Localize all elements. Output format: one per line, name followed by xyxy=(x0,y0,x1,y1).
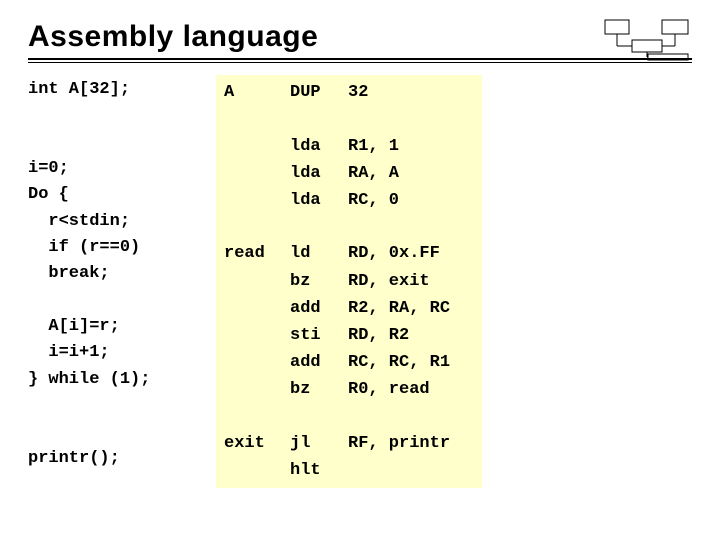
asm-label xyxy=(224,160,290,187)
asm-opcode: add xyxy=(290,349,348,376)
asm-opcode: DUP xyxy=(290,79,348,106)
asm-opcode: bz xyxy=(290,268,348,295)
asm-opcode: lda xyxy=(290,133,348,160)
asm-opcode: bz xyxy=(290,376,348,403)
asm-opcode: ld xyxy=(290,240,348,267)
asm-label xyxy=(224,295,290,322)
rule-thick xyxy=(28,58,692,60)
asm-row: ADUP32 xyxy=(224,79,456,106)
asm-args xyxy=(348,457,456,484)
assembly-listing: ADUP32ldaR1, 1ldaRA, AldaRC, 0readldRD, … xyxy=(216,75,482,488)
computer-block-diagram-icon xyxy=(602,18,692,62)
asm-args: 32 xyxy=(348,79,456,106)
asm-label: exit xyxy=(224,430,290,457)
asm-label xyxy=(224,268,290,295)
asm-row: hlt xyxy=(224,457,456,484)
asm-row xyxy=(224,214,456,240)
source-code: int A[32]; i=0; Do { r<stdin; if (r==0) … xyxy=(28,75,198,488)
asm-row: ldaRC, 0 xyxy=(224,187,456,214)
asm-args: RA, A xyxy=(348,160,456,187)
asm-label xyxy=(224,349,290,376)
asm-args: RD, 0x.FF xyxy=(348,240,456,267)
asm-label xyxy=(224,457,290,484)
asm-opcode: jl xyxy=(290,430,348,457)
asm-row: addRC, RC, R1 xyxy=(224,349,456,376)
asm-opcode: sti xyxy=(290,322,348,349)
asm-row: readldRD, 0x.FF xyxy=(224,240,456,267)
rule-thin xyxy=(28,62,692,63)
asm-opcode: lda xyxy=(290,187,348,214)
asm-args: RC, RC, R1 xyxy=(348,349,456,376)
asm-opcode: add xyxy=(290,295,348,322)
asm-opcode: hlt xyxy=(290,457,348,484)
asm-args: RD, exit xyxy=(348,268,456,295)
asm-row: ldaR1, 1 xyxy=(224,133,456,160)
asm-label xyxy=(224,187,290,214)
asm-row: bzR0, read xyxy=(224,376,456,403)
asm-args: R1, 1 xyxy=(348,133,456,160)
asm-row: exitjlRF, printr xyxy=(224,430,456,457)
asm-row: addR2, RA, RC xyxy=(224,295,456,322)
asm-label: A xyxy=(224,79,290,106)
asm-row: stiRD, R2 xyxy=(224,322,456,349)
asm-row xyxy=(224,404,456,430)
asm-opcode: lda xyxy=(290,160,348,187)
asm-row: bzRD, exit xyxy=(224,268,456,295)
slide: Assembly language int A[32]; i=0; Do { r… xyxy=(0,0,720,540)
asm-label xyxy=(224,322,290,349)
content-row: int A[32]; i=0; Do { r<stdin; if (r==0) … xyxy=(28,75,692,488)
asm-args: R2, RA, RC xyxy=(348,295,456,322)
assembly-table: ADUP32ldaR1, 1ldaRA, AldaRC, 0readldRD, … xyxy=(224,79,456,484)
asm-label: read xyxy=(224,240,290,267)
asm-row xyxy=(224,106,456,132)
asm-args: RC, 0 xyxy=(348,187,456,214)
asm-args: RD, R2 xyxy=(348,322,456,349)
asm-args: R0, read xyxy=(348,376,456,403)
asm-label xyxy=(224,133,290,160)
asm-label xyxy=(224,376,290,403)
asm-row: ldaRA, A xyxy=(224,160,456,187)
slide-title: Assembly language xyxy=(28,20,692,54)
asm-args: RF, printr xyxy=(348,430,456,457)
